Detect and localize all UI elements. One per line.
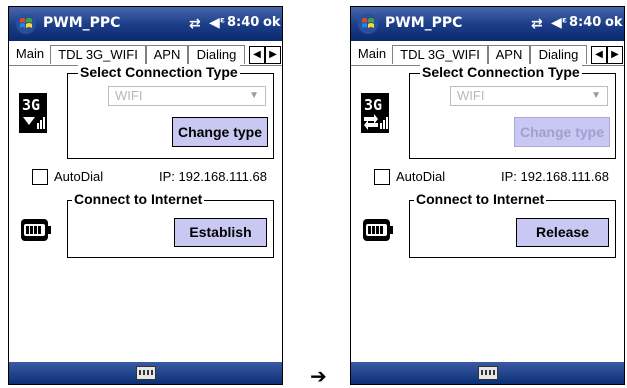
tab-apn[interactable]: APN [146, 45, 188, 64]
select-connection-group: Select Connection Type WIFI ▼ Change typ… [67, 64, 274, 159]
windows-flag-icon[interactable] [15, 13, 37, 35]
battery-icon [21, 219, 51, 241]
tab-scroll-left-button[interactable]: ◀ [249, 46, 265, 64]
chevron-down-icon: ▼ [249, 90, 259, 101]
tab-dialing[interactable]: Dialing [530, 45, 587, 64]
tab-scroll-right-button[interactable]: ▶ [607, 46, 623, 64]
chevron-down-icon: ▼ [591, 90, 601, 101]
keyboard-icon[interactable] [135, 366, 156, 380]
windows-flag-icon[interactable] [357, 13, 379, 35]
tab-apn[interactable]: APN [488, 45, 530, 64]
connect-internet-group: Connect to Internet Establish [67, 191, 274, 258]
connect-internet-title: Connect to Internet [72, 191, 205, 207]
clock[interactable]: 8:40 [569, 15, 601, 30]
ip-address: IP: 192.168.111.68 [159, 169, 267, 184]
tab-dialing[interactable]: Dialing [188, 45, 245, 64]
select-connection-title: Select Connection Type [420, 64, 582, 80]
battery-icon [363, 219, 393, 241]
app-title: PWM_PPC [43, 15, 121, 31]
connectivity-icon[interactable]: ⇄ [189, 16, 201, 32]
speaker-icon[interactable]: ◀ᵋ [551, 15, 567, 31]
autodial-checkbox[interactable] [374, 169, 390, 185]
bottom-menu-bar [9, 362, 282, 384]
connectivity-icon[interactable]: ⇄ [531, 16, 543, 32]
release-button[interactable]: Release [516, 218, 609, 247]
change-type-button[interactable]: Change type [514, 117, 610, 147]
tab-main[interactable]: Main [11, 45, 49, 63]
select-connection-group: Select Connection Type WIFI ▼ Change typ… [409, 64, 616, 159]
ip-address: IP: 192.168.111.68 [501, 169, 609, 184]
connect-internet-title: Connect to Internet [414, 191, 547, 207]
tab-main[interactable]: Main [353, 45, 391, 63]
select-connection-title: Select Connection Type [78, 64, 240, 80]
connection-type-select[interactable]: WIFI ▼ [450, 86, 608, 106]
tab-strip: Main TDL 3G_WIFI APN Dialing ◀ ▶ [351, 45, 624, 66]
title-bar: PWM_PPC ⇄ ◀ᵋ 8:40 ok [351, 7, 624, 41]
svg-text:3G: 3G [364, 96, 382, 114]
title-bar: PWM_PPC ⇄ ◀ᵋ 8:40 ok [9, 7, 282, 41]
connect-internet-group: Connect to Internet Release [409, 191, 616, 258]
speaker-icon[interactable]: ◀ᵋ [209, 15, 225, 31]
app-title: PWM_PPC [385, 15, 463, 31]
tab-tdl-3g-wifi[interactable]: TDL 3G_WIFI [392, 45, 488, 64]
change-type-button[interactable]: Change type [172, 117, 268, 147]
ok-button[interactable]: ok [605, 15, 623, 30]
autodial-label: AutoDial [396, 169, 446, 184]
3g-icon: 3G [19, 93, 47, 133]
autodial-label: AutoDial [54, 169, 104, 184]
svg-text:3G: 3G [22, 96, 40, 114]
tab-strip: Main TDL 3G_WIFI APN Dialing ◀ ▶ [9, 45, 282, 66]
keyboard-icon[interactable] [477, 366, 498, 380]
clock[interactable]: 8:40 [227, 15, 259, 30]
establish-button[interactable]: Establish [174, 218, 267, 247]
bottom-menu-bar [351, 362, 624, 384]
autodial-checkbox[interactable] [32, 169, 48, 185]
connection-type-select[interactable]: WIFI ▼ [108, 86, 266, 106]
tab-tdl-3g-wifi[interactable]: TDL 3G_WIFI [50, 45, 146, 64]
phone-screen-left: PWM_PPC ⇄ ◀ᵋ 8:40 ok Main TDL 3G_WIFI AP… [8, 6, 283, 385]
phone-screen-right: PWM_PPC ⇄ ◀ᵋ 8:40 ok Main TDL 3G_WIFI AP… [350, 6, 625, 385]
transition-arrow-icon: ➔ [310, 364, 327, 388]
tab-scroll-left-button[interactable]: ◀ [591, 46, 607, 64]
tab-scroll-right-button[interactable]: ▶ [265, 46, 281, 64]
ok-button[interactable]: ok [263, 15, 281, 30]
connection-type-value: WIFI [457, 88, 485, 103]
connection-type-value: WIFI [115, 88, 143, 103]
3g-icon: 3G [361, 93, 389, 133]
